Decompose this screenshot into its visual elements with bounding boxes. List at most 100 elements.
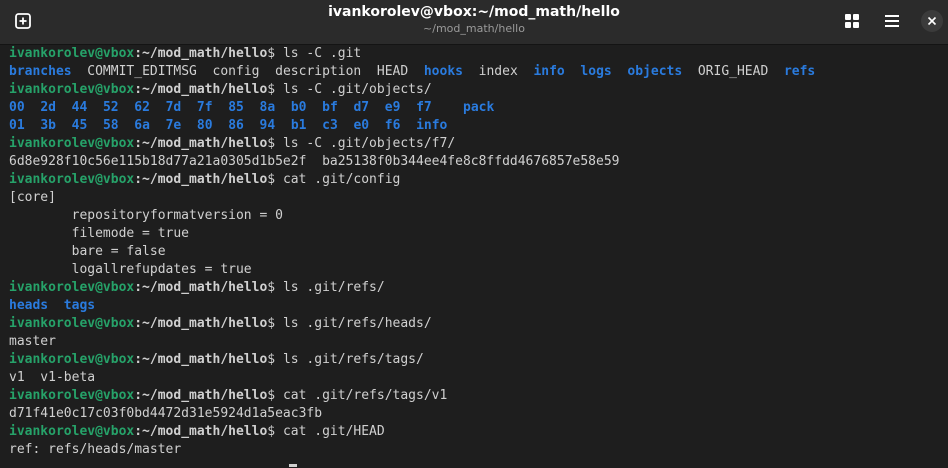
output-text: ORIG_HEAD: [697, 64, 769, 79]
main-menu-button[interactable]: [877, 6, 907, 36]
prompt-path: :~/mod_math/hello: [134, 46, 268, 61]
directory-entry: 2d: [40, 100, 56, 115]
title-bar: ivankorolev@vbox:~/mod_math/hello ~/mod_…: [0, 0, 948, 45]
output-text: COMMIT_EDITMSG: [87, 64, 197, 79]
output-text: ref: refs/heads/master: [9, 442, 182, 457]
window-title: ivankorolev@vbox:~/mod_math/hello: [328, 4, 620, 20]
directory-entry: tags: [63, 298, 96, 313]
directory-entry: 7d: [165, 100, 182, 115]
prompt-line: ivankorolev@vbox:~/mod_math/hello$ ls -C…: [9, 81, 948, 99]
command-text: ls -C .git/objects/: [282, 82, 432, 97]
prompt-line: ivankorolev@vbox:~/mod_math/hello$ ls .g…: [9, 315, 948, 333]
output-line: 00 2d 44 52 62 7d 7f 85 8a b0 bf d7 e9 f…: [9, 99, 948, 117]
prompt-symbol: $: [267, 424, 283, 439]
output-line: logallrefupdates = true: [9, 261, 948, 279]
directory-entry: 45: [71, 118, 88, 133]
new-tab-icon: [15, 13, 31, 29]
directory-entry: heads: [9, 298, 49, 313]
command-text: cat .git/config: [282, 172, 401, 187]
directory-entry: f6: [384, 118, 401, 133]
directory-entry: f7: [416, 100, 432, 115]
prompt-path: :~/mod_math/hello: [134, 388, 268, 403]
window-title-area: ivankorolev@vbox:~/mod_math/hello ~/mod_…: [180, 3, 768, 36]
command-text: ls -C .git: [282, 46, 362, 61]
output-line: branches COMMIT_EDITMSG config descripti…: [9, 63, 948, 81]
directory-entry: 86: [228, 118, 244, 133]
directory-entry: 00: [9, 100, 25, 115]
output-line: ref: refs/heads/master: [9, 441, 948, 459]
prompt-line: ivankorolev@vbox:~/mod_math/hello$ cat .…: [9, 423, 948, 441]
tab-overview-button[interactable]: [837, 6, 867, 36]
prompt-path: :~/mod_math/hello: [134, 316, 268, 331]
prompt-symbol: $: [267, 46, 283, 61]
directory-entry: 01: [9, 118, 25, 133]
command-text: cat .git/refs/tags/v1: [282, 388, 448, 403]
terminal-output[interactable]: ivankorolev@vbox:~/mod_math/hello$ ls -C…: [0, 45, 948, 468]
window-subtitle: ~/mod_math/hello: [423, 22, 525, 35]
terminal-window: ivankorolev@vbox:~/mod_math/hello ~/mod_…: [0, 0, 948, 468]
directory-entry: 6a: [134, 118, 150, 133]
prompt-symbol: $: [267, 316, 283, 331]
directory-entry: 44: [71, 100, 88, 115]
output-line: master: [9, 333, 948, 351]
new-tab-button[interactable]: [8, 6, 38, 36]
output-line: d71f41e0c17c03f0bd4472d31e5924d1a5eac3fb: [9, 405, 948, 423]
command-text: ls .git/refs/tags/: [282, 352, 424, 367]
output-line: 01 3b 45 58 6a 7e 80 86 94 b1 c3 e0 f6 i…: [9, 117, 948, 135]
output-text: description: [275, 64, 362, 79]
output-text: v1 v1-beta: [9, 370, 96, 385]
directory-entry: logs: [580, 64, 612, 79]
directory-entry: pack: [463, 100, 495, 115]
prompt-user-host: ivankorolev@vbox: [9, 424, 135, 439]
output-text: d71f41e0c17c03f0bd4472d31e5924d1a5eac3fb: [9, 406, 323, 421]
directory-entry: info: [533, 64, 565, 79]
output-text: filemode = true: [9, 226, 190, 241]
output-text: bare = false: [9, 244, 166, 259]
output-text: [core]: [9, 190, 56, 205]
prompt-path: :~/mod_math/hello: [134, 424, 268, 439]
prompt-line: ivankorolev@vbox:~/mod_math/hello$ cat .…: [9, 387, 948, 405]
prompt-user-host: ivankorolev@vbox: [9, 46, 135, 61]
directory-entry: 80: [196, 118, 213, 133]
command-text: ls .git/refs/: [282, 280, 385, 295]
close-window-button[interactable]: [917, 6, 947, 36]
directory-entry: info: [416, 118, 448, 133]
prompt-user-host: ivankorolev@vbox: [9, 280, 135, 295]
prompt-symbol: $: [267, 352, 283, 367]
output-line: heads tags: [9, 297, 948, 315]
directory-entry: b0: [290, 100, 307, 115]
prompt-line: ivankorolev@vbox:~/mod_math/hello$ ls .g…: [9, 351, 948, 369]
output-text: 6d8e928f10c56e115b18d77a21a0305d1b5e2f b…: [9, 154, 620, 169]
prompt-path: :~/mod_math/hello: [134, 82, 268, 97]
prompt-line: ivankorolev@vbox:~/mod_math/hello$ ls .g…: [9, 279, 948, 297]
output-line: filemode = true: [9, 225, 948, 243]
prompt-path: :~/mod_math/hello: [134, 136, 268, 151]
directory-entry: 7f: [196, 100, 213, 115]
directory-entry: 58: [102, 118, 119, 133]
prompt-path: :~/mod_math/hello: [134, 280, 268, 295]
